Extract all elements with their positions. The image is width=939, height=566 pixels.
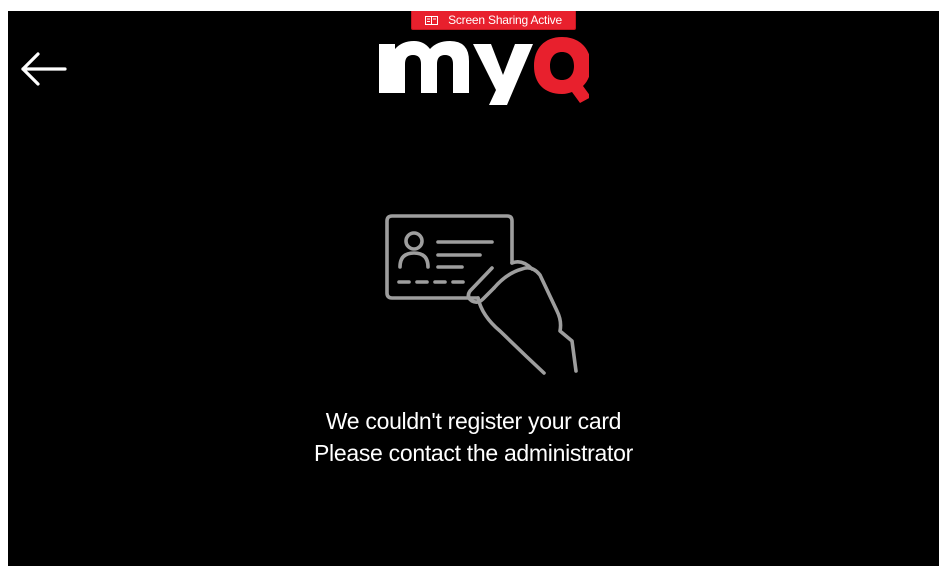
- error-message-line2: Please contact the administrator: [314, 440, 633, 466]
- screen-sharing-label: Screen Sharing Active: [448, 13, 562, 27]
- back-button[interactable]: [18, 49, 70, 89]
- screen-sharing-badge: Screen Sharing Active: [411, 11, 576, 30]
- kiosk-screen: Screen Sharing Active We couldn't regist…: [8, 11, 939, 566]
- myq-logo: [379, 37, 589, 105]
- arrow-left-icon: [21, 52, 67, 86]
- error-message: We couldn't register your card Please co…: [8, 405, 939, 469]
- error-message-line1: We couldn't register your card: [325, 408, 622, 434]
- hand-holding-id-card-icon: [385, 214, 578, 375]
- screen-share-icon: [425, 15, 439, 25]
